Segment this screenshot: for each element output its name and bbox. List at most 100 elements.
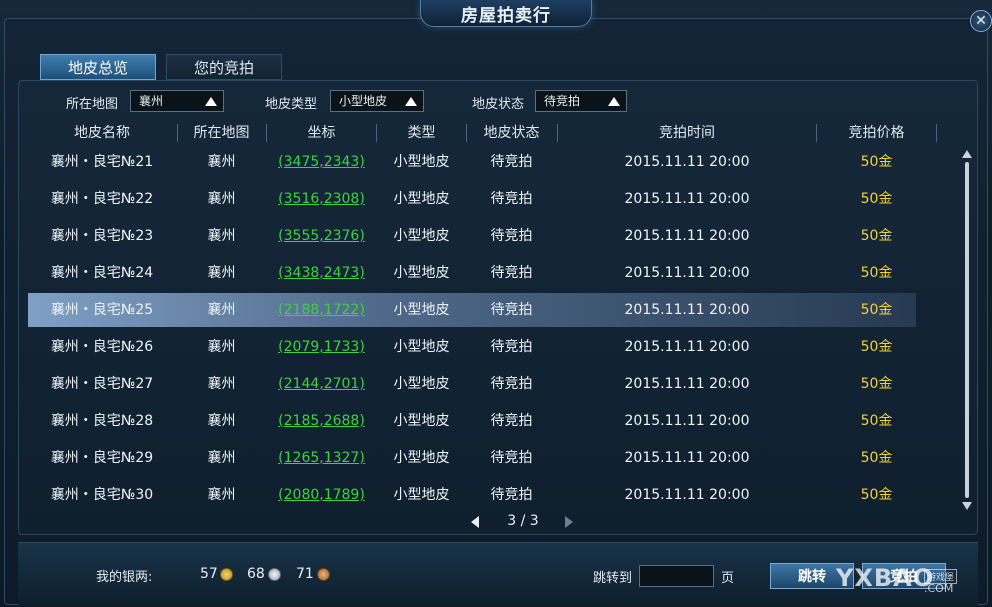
status-filter-label: 地皮状态	[472, 97, 525, 112]
scroll-down-icon[interactable]	[962, 502, 972, 510]
gold-coin-icon	[220, 568, 233, 581]
coord-link[interactable]: (2188,1722)	[267, 293, 376, 327]
time-cell: 2015.11.11 20:00	[624, 228, 750, 244]
type-cell: 小型地皮	[393, 228, 450, 244]
land-name-cell: 襄州・良宅№29	[50, 450, 154, 466]
type-cell: 小型地皮	[393, 339, 450, 355]
coord-link[interactable]: (3475,2343)	[267, 145, 376, 179]
status-cell: 待竞拍	[490, 302, 533, 318]
header-type[interactable]: 类型	[377, 122, 466, 144]
copper-coin-icon	[317, 568, 330, 581]
money-silver-value: 68	[247, 566, 265, 582]
price-cell: 50金	[860, 191, 893, 207]
price-cell: 50金	[860, 450, 893, 466]
header-land-name[interactable]: 地皮名称	[28, 122, 176, 144]
map-cell: 襄州	[207, 339, 236, 355]
title-plate: 房屋拍卖行	[420, 0, 592, 27]
table-row[interactable]: 襄州・良宅№25 襄州 (2188,1722) 小型地皮 待竞拍 2015.11.11 2…	[28, 293, 916, 327]
time-cell: 2015.11.11 20:00	[624, 487, 750, 503]
table-row[interactable]: 襄州・良宅№23 襄州 (3555,2376) 小型地皮 待竞拍 2015.11.11 2…	[28, 219, 916, 253]
coord-link[interactable]: (2079,1733)	[267, 330, 376, 364]
close-button[interactable]: ✕	[970, 10, 992, 32]
header-map[interactable]: 所在地图	[178, 122, 265, 144]
page-jump-input[interactable]	[639, 565, 714, 587]
land-name-cell: 襄州・良宅№24	[50, 265, 154, 281]
type-cell: 小型地皮	[393, 487, 450, 503]
watermark-logo: YXBAO	[836, 564, 935, 592]
type-cell: 小型地皮	[393, 376, 450, 392]
type-filter-value: 小型地皮	[339, 94, 388, 108]
coord-link[interactable]: (2144,2701)	[267, 367, 376, 401]
price-cell: 50金	[860, 154, 893, 170]
header-coord[interactable]: 坐标	[267, 122, 376, 144]
table-header: 地皮名称 所在地图 坐标 类型 地皮状态 竞拍时间 竞拍价格	[28, 122, 948, 144]
page-indicator: 3 / 3	[507, 513, 539, 529]
map-filter-select[interactable]: 襄州	[130, 90, 224, 112]
table-row[interactable]: 襄州・良宅№27 襄州 (2144,2701) 小型地皮 待竞拍 2015.11.11 2…	[28, 367, 916, 401]
next-page-icon[interactable]	[565, 516, 573, 528]
status-filter-value: 待竞拍	[544, 94, 581, 108]
time-cell: 2015.11.11 20:00	[624, 376, 750, 392]
table-row[interactable]: 襄州・良宅№26 襄州 (2079,1733) 小型地皮 待竞拍 2015.11.11 2…	[28, 330, 916, 364]
type-cell: 小型地皮	[393, 302, 450, 318]
coord-link[interactable]: (2080,1789)	[267, 478, 376, 512]
table-row[interactable]: 襄州・良宅№29 襄州 (1265,1327) 小型地皮 待竞拍 2015.11.11 2…	[28, 441, 916, 475]
time-cell: 2015.11.11 20:00	[624, 302, 750, 318]
type-cell: 小型地皮	[393, 450, 450, 466]
table-row[interactable]: 襄州・良宅№22 襄州 (3516,2308) 小型地皮 待竞拍 2015.11.11 2…	[28, 182, 916, 216]
prev-page-icon[interactable]	[471, 516, 479, 528]
type-filter-select[interactable]: 小型地皮	[330, 90, 424, 112]
map-cell: 襄州	[207, 376, 236, 392]
coord-link[interactable]: (3555,2376)	[267, 219, 376, 253]
time-cell: 2015.11.11 20:00	[624, 191, 750, 207]
header-time[interactable]: 竞拍时间	[558, 122, 816, 144]
silver-coin-icon	[268, 568, 281, 581]
header-status[interactable]: 地皮状态	[467, 122, 556, 144]
page-unit-label: 页	[721, 571, 735, 586]
time-cell: 2015.11.11 20:00	[624, 265, 750, 281]
map-cell: 襄州	[207, 154, 236, 170]
header-price[interactable]: 竞拍价格	[817, 122, 936, 144]
price-cell: 50金	[860, 413, 893, 429]
status-filter-select[interactable]: 待竞拍	[535, 90, 627, 112]
tab-your-bids[interactable]: 您的竞拍	[166, 54, 282, 80]
land-name-cell: 襄州・良宅№30	[50, 487, 154, 503]
map-cell: 襄州	[207, 450, 236, 466]
status-cell: 待竞拍	[490, 339, 533, 355]
money-gold-value: 57	[200, 566, 218, 582]
table-row[interactable]: 襄州・良宅№30 襄州 (2080,1789) 小型地皮 待竞拍 2015.11.11 2…	[28, 478, 916, 512]
price-cell: 50金	[860, 265, 893, 281]
status-cell: 待竞拍	[490, 487, 533, 503]
land-name-cell: 襄州・良宅№28	[50, 413, 154, 429]
coord-link[interactable]: (3516,2308)	[267, 182, 376, 216]
scroll-thumb[interactable]	[965, 162, 969, 498]
land-name-cell: 襄州・良宅№23	[50, 228, 154, 244]
status-cell: 待竞拍	[490, 413, 533, 429]
time-cell: 2015.11.11 20:00	[624, 450, 750, 466]
price-cell: 50金	[860, 302, 893, 318]
map-cell: 襄州	[207, 302, 236, 318]
dropdown-arrow-icon	[405, 97, 417, 106]
scrollbar[interactable]	[962, 150, 972, 512]
table-row[interactable]: 襄州・良宅№24 襄州 (3438,2473) 小型地皮 待竞拍 2015.11.11 2…	[28, 256, 916, 290]
table-row[interactable]: 襄州・良宅№21 襄州 (3475,2343) 小型地皮 待竞拍 2015.11.11 2…	[28, 145, 916, 179]
type-cell: 小型地皮	[393, 265, 450, 281]
coord-link[interactable]: (1265,1327)	[267, 441, 376, 475]
tab-land-overview[interactable]: 地皮总览	[40, 54, 156, 80]
type-cell: 小型地皮	[393, 413, 450, 429]
coord-link[interactable]: (3438,2473)	[267, 256, 376, 290]
time-cell: 2015.11.11 20:00	[624, 154, 750, 170]
land-name-cell: 襄州・良宅№22	[50, 191, 154, 207]
time-cell: 2015.11.11 20:00	[624, 339, 750, 355]
land-name-cell: 襄州・良宅№27	[50, 376, 154, 392]
coord-link[interactable]: (2185,2688)	[267, 404, 376, 438]
money-copper-value: 71	[296, 566, 314, 582]
table-row[interactable]: 襄州・良宅№28 襄州 (2185,2688) 小型地皮 待竞拍 2015.11.11 2…	[28, 404, 916, 438]
price-cell: 50金	[860, 228, 893, 244]
header-divider	[936, 124, 937, 142]
price-cell: 50金	[860, 376, 893, 392]
land-name-cell: 襄州・良宅№26	[50, 339, 154, 355]
scroll-up-icon[interactable]	[962, 150, 972, 158]
price-cell: 50金	[860, 339, 893, 355]
window-title: 房屋拍卖行	[461, 5, 551, 26]
